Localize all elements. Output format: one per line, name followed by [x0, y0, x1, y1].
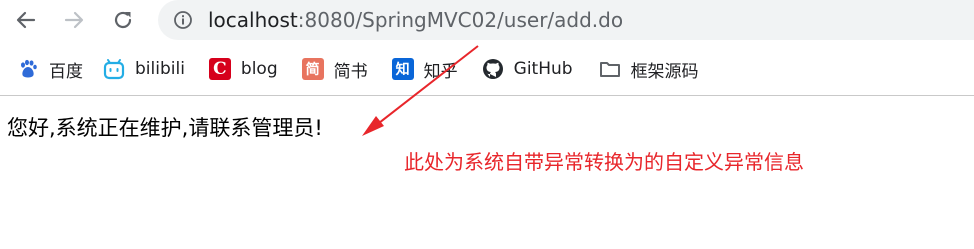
- bookmark-blog[interactable]: C blog: [208, 53, 278, 85]
- bookmark-label: 百度: [49, 61, 83, 82]
- bookmark-label: 框架源码: [630, 61, 699, 82]
- site-info-icon[interactable]: [172, 9, 194, 31]
- bookmark-label: bilibili: [135, 59, 185, 79]
- bookmark-label: GitHub: [513, 59, 573, 79]
- back-arrow-icon: [16, 11, 36, 29]
- bookmark-label: 简书: [333, 61, 368, 82]
- reload-icon: [114, 11, 132, 29]
- bookmark-github[interactable]: GitHub: [482, 53, 573, 85]
- csdn-c-icon: C: [208, 58, 231, 80]
- reload-button[interactable]: [107, 4, 139, 36]
- bookmark-baidu[interactable]: 百度: [17, 53, 83, 85]
- bookmark-folder[interactable]: 框架源码: [599, 53, 699, 85]
- bookmark-jianshu[interactable]: 简 简书: [301, 53, 368, 85]
- bookmark-zhihu[interactable]: 知 知乎: [391, 53, 458, 85]
- toolbar-divider: [0, 95, 974, 96]
- url-text[interactable]: localhost:8080/SpringMVC02/user/add.do: [208, 8, 623, 32]
- forward-button[interactable]: [58, 4, 90, 36]
- bookmark-bilibili[interactable]: bilibili: [103, 53, 185, 85]
- address-bar[interactable]: localhost:8080/SpringMVC02/user/add.do: [158, 0, 974, 40]
- maintenance-message: 您好,系统正在维护,请联系管理员!: [7, 116, 323, 140]
- github-icon: [482, 58, 504, 80]
- bilibili-tv-icon: [103, 58, 125, 80]
- baidu-paw-icon: [17, 58, 39, 80]
- bookmarks-bar: 百度 bilibili C blog 简 简书 知 知乎 GitHub 框架源码: [0, 48, 974, 90]
- folder-icon: [599, 58, 621, 80]
- zhihu-icon: 知: [391, 58, 414, 80]
- browser-toolbar: localhost:8080/SpringMVC02/user/add.do: [0, 0, 974, 42]
- jianshu-icon: 简: [301, 58, 324, 80]
- annotation-note: 此处为系统自带异常转换为的自定义异常信息: [404, 150, 804, 174]
- url-path: :8080/SpringMVC02/user/add.do: [297, 8, 624, 32]
- bookmark-label: blog: [240, 59, 278, 79]
- back-button[interactable]: [10, 4, 42, 36]
- forward-arrow-icon: [64, 11, 84, 29]
- bookmark-label: 知乎: [423, 61, 458, 82]
- url-host: localhost: [208, 8, 298, 32]
